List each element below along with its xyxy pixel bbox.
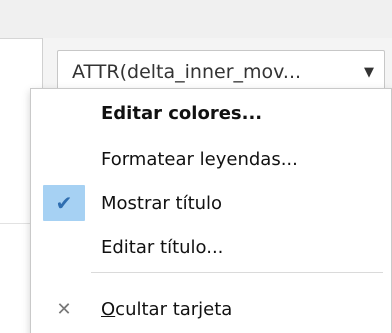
menu-item-format-legends[interactable]: Formatear leyendas...	[31, 139, 391, 179]
context-menu: Editar colores... Formatear leyendas... …	[30, 88, 392, 333]
filter-dropdown-value: ATTR(delta_inner_mov...	[72, 61, 302, 83]
menu-item-hide-card[interactable]: ✕ Ocultar tarjeta	[31, 289, 391, 329]
menu-item-label: Mostrar título	[101, 192, 223, 214]
menu-item-edit-colors[interactable]: Editar colores...	[31, 93, 391, 133]
checkmark-icon: ✔	[43, 185, 85, 221]
panel-divider	[42, 38, 43, 90]
menu-separator	[91, 272, 383, 273]
menu-item-show-title[interactable]: ✔ Mostrar título	[31, 183, 391, 223]
menu-item-label: Editar colores...	[101, 102, 263, 124]
menu-item-label: Editar título...	[101, 236, 224, 258]
close-icon: ✕	[56, 298, 72, 320]
chevron-down-icon[interactable]: ▼	[354, 51, 384, 93]
menu-item-edit-title[interactable]: Editar título...	[31, 227, 391, 267]
toolbar-strip	[0, 0, 392, 38]
menu-item-label: Ocultar tarjeta	[101, 298, 233, 320]
menu-item-label: Formatear leyendas...	[101, 148, 298, 170]
